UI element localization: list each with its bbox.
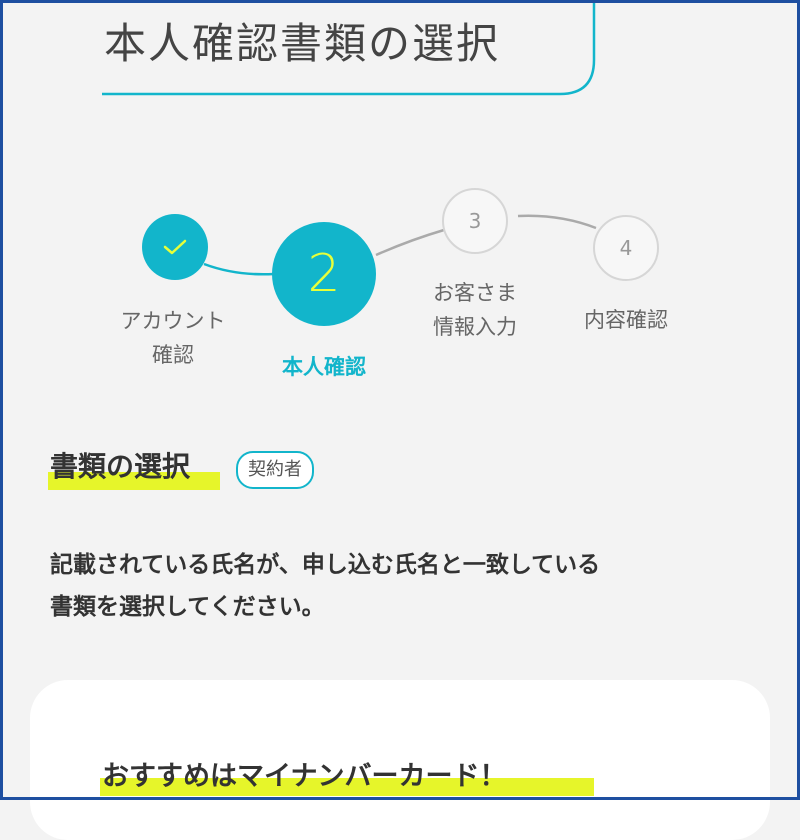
checkmark-icon [163, 239, 187, 255]
step-4-upcoming: 4 [593, 215, 659, 281]
step-4-number: 4 [619, 236, 633, 260]
step-4-label: 内容確認 [584, 308, 668, 332]
step-1-label: アカウント 確認 [120, 309, 226, 367]
step-2-current: 2 [272, 222, 376, 326]
contractor-badge: 契約者 [236, 451, 314, 489]
section-description: 記載されている氏名が、申し込む氏名と一致している 書類を選択してください。 [50, 552, 601, 620]
step-3-label: お客さま 情報入力 [433, 281, 517, 339]
step-3-number: 3 [468, 209, 482, 233]
step-2-label: 本人確認 [282, 355, 366, 379]
section-title: 書類の選択 [50, 450, 191, 483]
step-3-upcoming: 3 [442, 188, 508, 254]
step-1-completed [142, 214, 208, 280]
card-heading: おすすめはマイナンバーカード！ [102, 761, 507, 792]
step-2-number: 2 [307, 244, 341, 304]
progress-stepper: アカウント 確認 2 本人確認 3 お客さま 情報入力 4 内容確認 [0, 0, 800, 400]
